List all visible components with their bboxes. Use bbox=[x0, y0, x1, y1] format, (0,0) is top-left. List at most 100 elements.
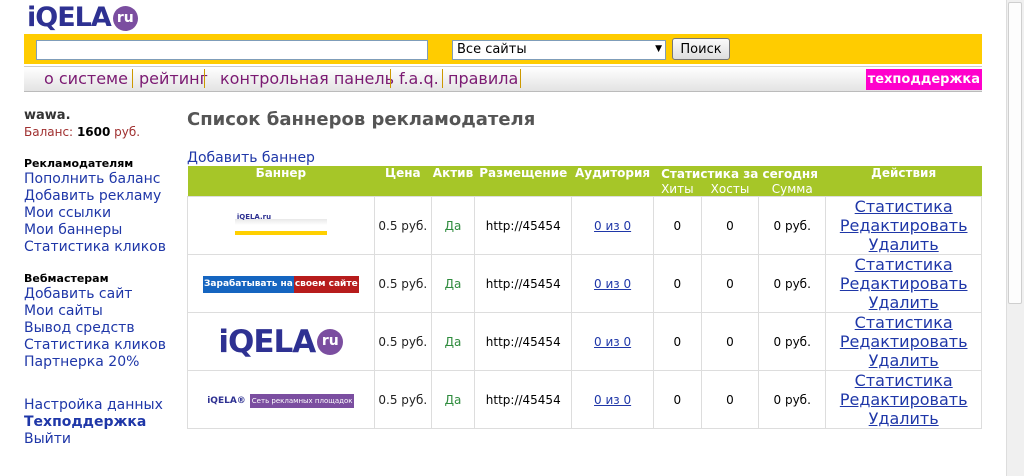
delete-link[interactable]: Удалить bbox=[826, 351, 981, 370]
nav-divider bbox=[132, 69, 133, 88]
sidebar-link-webmaster-stats[interactable]: Статистика кликов bbox=[24, 337, 184, 354]
audience-link[interactable]: 0 из 0 bbox=[594, 219, 631, 233]
table-row: Зарабатывать на своем сайте 0.5 руб. Да h… bbox=[187, 254, 982, 313]
sidebar-link-affiliate[interactable]: Партнерка 20% bbox=[24, 354, 184, 371]
active-cell: Да bbox=[430, 370, 476, 429]
placement-cell: http://45454 bbox=[474, 196, 573, 255]
banner-image: iQELA® Сеть рекламных площадок bbox=[207, 393, 355, 408]
search-input[interactable] bbox=[36, 40, 428, 60]
actions-cell: Статистика Редактировать Удалить bbox=[825, 370, 982, 429]
edit-link[interactable]: Редактировать bbox=[826, 332, 981, 351]
hits-cell: 0 bbox=[652, 312, 702, 371]
balance: Баланс: 1600 руб. bbox=[24, 125, 184, 139]
col-stats-today: Статистика за сегодня bbox=[653, 166, 826, 181]
sum-cell: 0 руб. bbox=[758, 254, 827, 313]
audience-cell: 0 из 0 bbox=[571, 254, 654, 313]
sidebar-link-add-ad[interactable]: Добавить рекламу bbox=[24, 188, 184, 205]
nav-divider bbox=[520, 69, 521, 88]
nav-divider bbox=[204, 69, 205, 88]
sum-cell: 0 руб. bbox=[758, 196, 827, 255]
username: wawa. bbox=[24, 108, 71, 123]
audience-link[interactable]: 0 из 0 bbox=[594, 335, 631, 349]
price-cell: 0.5 руб. bbox=[373, 254, 432, 313]
add-banner-link[interactable]: Добавить баннер bbox=[187, 150, 315, 166]
audience-link[interactable]: 0 из 0 bbox=[594, 393, 631, 407]
search-button[interactable]: Поиск bbox=[672, 38, 730, 60]
logo-wordmark: iQELA bbox=[27, 2, 112, 33]
col-sum: Сумма bbox=[758, 181, 826, 197]
hosts-cell: 0 bbox=[700, 254, 760, 313]
balance-label: Баланс: bbox=[24, 125, 74, 139]
sidebar-link-add-site[interactable]: Добавить сайт bbox=[24, 286, 184, 303]
top-nav: о системе рейтинг контрольная панель f.a… bbox=[24, 66, 982, 92]
sidebar-link-my-banners[interactable]: Мои баннеры bbox=[24, 222, 184, 239]
delete-link[interactable]: Удалить bbox=[826, 293, 981, 312]
delete-link[interactable]: Удалить bbox=[826, 409, 981, 428]
audience-cell: 0 из 0 bbox=[571, 370, 654, 429]
site-scope-select[interactable]: Все сайты ▼ bbox=[452, 40, 666, 60]
sum-cell: 0 руб. bbox=[758, 312, 827, 371]
balance-unit: руб. bbox=[114, 125, 141, 139]
nav-about[interactable]: о системе bbox=[44, 69, 128, 88]
placement-cell: http://45454 bbox=[474, 370, 573, 429]
vertical-scrollbar[interactable] bbox=[1006, 0, 1024, 476]
audience-cell: 0 из 0 bbox=[571, 312, 654, 371]
stats-link[interactable]: Статистика bbox=[826, 371, 981, 390]
col-banner: Баннер bbox=[187, 166, 375, 197]
logo-ru-badge: ru bbox=[112, 5, 138, 31]
sidebar-link-withdraw[interactable]: Вывод средств bbox=[24, 320, 184, 337]
delete-link[interactable]: Удалить bbox=[826, 235, 981, 254]
sidebar-link-click-stats[interactable]: Статистика кликов bbox=[24, 239, 184, 256]
balance-value: 1600 bbox=[76, 125, 111, 139]
nav-rules[interactable]: правила bbox=[448, 69, 518, 88]
actions-cell: Статистика Редактировать Удалить bbox=[825, 196, 982, 255]
audience-link[interactable]: 0 из 0 bbox=[594, 277, 631, 291]
hits-cell: 0 bbox=[652, 370, 702, 429]
nav-support[interactable]: техподдержка bbox=[865, 69, 982, 90]
nav-faq[interactable]: f.a.q. bbox=[399, 69, 439, 88]
banner-preview: Зарабатывать на своем сайте bbox=[187, 254, 375, 313]
sidebar-link-settings[interactable]: Настройка данных bbox=[24, 397, 184, 414]
sidebar-link-logout[interactable]: Выйти bbox=[24, 431, 184, 448]
col-hits: Хиты bbox=[653, 181, 702, 197]
stats-link[interactable]: Статистика bbox=[826, 197, 981, 216]
banner-image: Зарабатывать на своем сайте bbox=[203, 275, 359, 293]
col-audience: Аудитория bbox=[571, 166, 654, 197]
placement-cell: http://45454 bbox=[474, 254, 573, 313]
placement-cell: http://45454 bbox=[474, 312, 573, 371]
nav-divider bbox=[390, 69, 391, 88]
nav-control-panel[interactable]: контрольная панель bbox=[220, 69, 394, 88]
table-row: iQELA® Сеть рекламных площадок 0.5 руб. Д… bbox=[187, 370, 982, 429]
sidebar-link-topup[interactable]: Пополнить баланс bbox=[24, 171, 184, 188]
audience-cell: 0 из 0 bbox=[571, 196, 654, 255]
nav-rating[interactable]: рейтинг bbox=[139, 69, 208, 88]
banner-image: iQELA.ru bbox=[234, 213, 327, 235]
search-bar: Все сайты ▼ Поиск bbox=[24, 34, 982, 64]
sidebar-link-my-links[interactable]: Мои ссылки bbox=[24, 205, 184, 222]
hosts-cell: 0 bbox=[700, 312, 760, 371]
edit-link[interactable]: Редактировать bbox=[826, 216, 981, 235]
stats-link[interactable]: Статистика bbox=[826, 313, 981, 332]
advertisers-heading: Рекламодателям bbox=[24, 157, 134, 170]
active-cell: Да bbox=[430, 196, 476, 255]
actions-cell: Статистика Редактировать Удалить bbox=[825, 254, 982, 313]
edit-link[interactable]: Редактировать bbox=[826, 274, 981, 293]
sidebar-link-support[interactable]: Техподдержка bbox=[24, 414, 184, 431]
page-title: Список баннеров рекламодателя bbox=[187, 109, 536, 130]
hits-cell: 0 bbox=[652, 196, 702, 255]
hits-cell: 0 bbox=[652, 254, 702, 313]
edit-link[interactable]: Редактировать bbox=[826, 390, 981, 409]
stats-link[interactable]: Статистика bbox=[826, 255, 981, 274]
price-cell: 0.5 руб. bbox=[373, 312, 432, 371]
scrollbar-thumb[interactable] bbox=[1008, 2, 1022, 304]
banners-table: Баннер Цена Актив Размещение Аудитория С… bbox=[187, 166, 982, 429]
col-actions: Действия bbox=[825, 166, 982, 197]
active-cell: Да bbox=[430, 312, 476, 371]
banner-image: iQELA ru bbox=[218, 324, 344, 360]
actions-cell: Статистика Редактировать Удалить bbox=[825, 312, 982, 371]
sidebar-link-my-sites[interactable]: Мои сайты bbox=[24, 303, 184, 320]
col-price: Цена bbox=[374, 166, 432, 197]
table-row: iQELA.ru 0.5 руб. Да http://45454 0 из 0… bbox=[187, 196, 982, 255]
table-row: iQELA ru 0.5 руб. Да http://45454 0 из 0 … bbox=[187, 312, 982, 371]
site-logo[interactable]: iQELA ru bbox=[27, 4, 138, 32]
